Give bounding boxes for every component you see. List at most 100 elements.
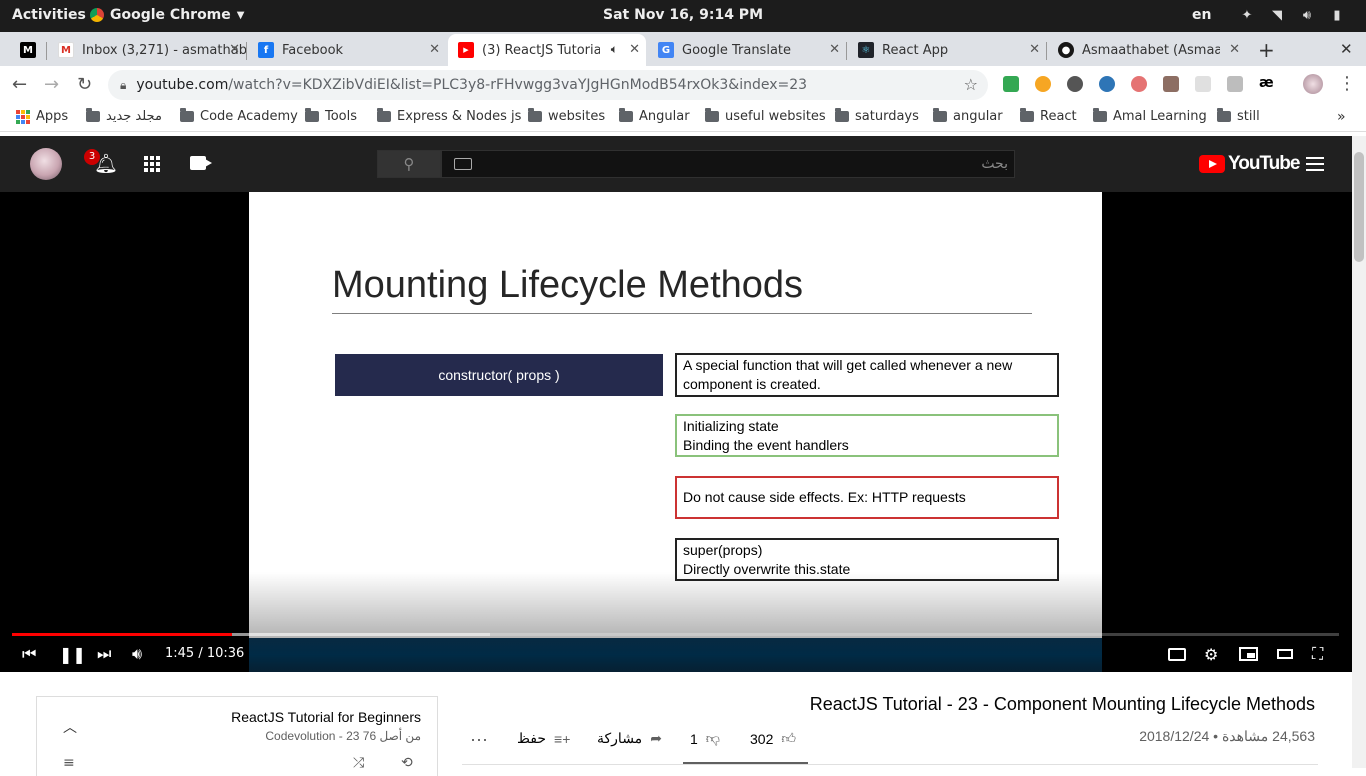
youtube-logo[interactable]: YouTube — [1199, 153, 1300, 175]
search-button[interactable]: ⚲ — [377, 150, 441, 178]
bookmark-folder[interactable]: angular — [933, 108, 1003, 124]
bookmark-folder[interactable]: React — [1020, 108, 1077, 124]
dislike-button[interactable]: 1 👎︎ — [690, 730, 720, 747]
tab-youtube[interactable]: ▶ (3) ReactJS Tutorial 🔈︎ ✕ — [448, 34, 646, 66]
bookmark-folder[interactable]: Amal Learning — [1093, 108, 1207, 124]
close-icon[interactable]: ✕ — [629, 42, 640, 57]
chrome-menu-icon[interactable]: ⋮ — [1338, 73, 1356, 94]
reload-button[interactable]: ↻ — [77, 74, 92, 95]
extension-tree-icon[interactable] — [1227, 76, 1243, 92]
next-button[interactable]: ⏭︎ — [97, 644, 111, 664]
extension-eyedropper-icon[interactable] — [1163, 76, 1179, 92]
bookmark-folder[interactable]: saturdays — [835, 108, 919, 124]
tab-facebook[interactable]: f Facebook ✕ — [248, 34, 446, 66]
bookmark-apps[interactable]: Apps — [16, 109, 68, 124]
profile-avatar[interactable] — [1303, 74, 1323, 94]
tab-title: Facebook — [282, 42, 344, 58]
bookmark-folder[interactable]: Angular — [619, 108, 690, 124]
system-tray[interactable]: ✦ ◥ 🔊︎ ▮ — [1238, 6, 1346, 24]
lock-icon[interactable]: 🔒︎ — [120, 78, 126, 93]
extension-orange-icon[interactable] — [1035, 76, 1051, 92]
page-scrollbar[interactable] — [1352, 136, 1366, 768]
tab-title: (3) ReactJS Tutorial — [482, 42, 600, 58]
folder-icon — [1093, 108, 1107, 122]
pause-button[interactable]: ❚❚ — [59, 644, 86, 664]
folder-icon — [705, 108, 719, 122]
tab-medium[interactable]: M — [10, 34, 47, 66]
folder-icon — [180, 108, 194, 122]
close-window-icon[interactable]: ✕ — [1340, 40, 1353, 58]
language-indicator[interactable]: en — [1192, 7, 1211, 23]
bookmark-label: angular — [953, 109, 1003, 124]
playlist-add-icon[interactable]: ≡ — [63, 755, 75, 771]
subtitles-button[interactable] — [1168, 644, 1186, 664]
video-info-area: ︿ ReactJS Tutorial for Beginners Codevol… — [0, 672, 1352, 776]
video-player[interactable]: Mounting Lifecycle Methods constructor( … — [0, 192, 1352, 672]
tab-gmail[interactable]: M Inbox (3,271) - asmathab ✕ — [48, 34, 247, 66]
extension-face-icon[interactable] — [1131, 76, 1147, 92]
progress-bar[interactable] — [12, 633, 1339, 636]
notification-badge: 3 — [84, 149, 100, 165]
tab-strip: M M Inbox (3,271) - asmathab ✕ f Faceboo… — [0, 32, 1366, 66]
close-icon[interactable]: ✕ — [1029, 42, 1040, 57]
loop-icon[interactable]: ⟲ — [401, 755, 413, 771]
extension-ae-icon[interactable]: æ — [1259, 76, 1275, 92]
previous-button[interactable]: ⏮︎ — [22, 644, 36, 664]
view-count-date: 24,563 مشاهدة • 2018/12/24 — [1139, 728, 1315, 744]
avatar[interactable] — [30, 148, 62, 180]
like-button[interactable]: 302 👍︎ — [750, 730, 796, 747]
bookmarks-overflow-icon[interactable]: » — [1337, 109, 1346, 125]
close-icon[interactable]: ✕ — [229, 42, 240, 57]
tab-react-app[interactable]: ⚛ React App ✕ — [848, 34, 1047, 66]
new-tab-button[interactable]: + — [1258, 38, 1275, 62]
save-button[interactable]: حفظ ≡+ — [517, 730, 570, 747]
close-icon[interactable]: ✕ — [829, 42, 840, 57]
close-icon[interactable]: ✕ — [429, 42, 440, 57]
clock[interactable]: Sat Nov 16, 9:14 PM — [0, 7, 1366, 23]
system-top-bar: Activities Google Chrome ▼ Sat Nov 16, 9… — [0, 0, 1366, 32]
address-bar[interactable]: 🔒︎ youtube.com/watch?v=KDXZibVdiEI&list=… — [108, 70, 988, 100]
dislike-count: 1 — [690, 730, 698, 747]
collapse-chevron-icon[interactable]: ︿ — [63, 717, 77, 737]
miniplayer-button[interactable] — [1239, 644, 1258, 664]
extension-grey-icon[interactable] — [1195, 76, 1211, 92]
bookmark-folder[interactable]: Tools — [305, 108, 357, 124]
bookmark-folder[interactable]: مجلد جديد — [86, 108, 162, 124]
bookmark-folder[interactable]: Express & Nodes js — [377, 108, 521, 124]
location-icon: ✦ — [1241, 7, 1253, 23]
bookmark-folder[interactable]: still — [1217, 108, 1260, 124]
shuffle-icon[interactable]: ⤮ — [353, 755, 364, 771]
bookmark-folder[interactable]: useful websites — [705, 108, 826, 124]
bookmark-folder[interactable]: websites — [528, 108, 605, 124]
settings-button[interactable]: ⚙ — [1204, 644, 1218, 664]
theater-mode-button[interactable] — [1277, 644, 1293, 664]
extension-sheets-icon[interactable] — [1003, 76, 1019, 92]
extension-blue-icon[interactable] — [1099, 76, 1115, 92]
close-icon[interactable]: ✕ — [1229, 42, 1240, 57]
tab-audio-icon[interactable]: 🔈︎ — [611, 42, 618, 57]
bookmark-star-icon[interactable]: ☆ — [964, 75, 978, 94]
share-button[interactable]: مشاركة ➦ — [597, 730, 662, 747]
keyboard-icon[interactable] — [454, 158, 472, 170]
bookmark-label: مجلد جديد — [106, 109, 162, 124]
create-video-icon[interactable] — [190, 156, 212, 170]
thumbs-down-icon: 👎︎ — [705, 730, 721, 746]
search-input[interactable] — [482, 153, 1008, 175]
subtitles-icon — [1168, 647, 1186, 661]
apps-grid-icon[interactable] — [144, 156, 160, 172]
playlist-title[interactable]: ReactJS Tutorial for Beginners — [231, 709, 421, 725]
guide-menu-icon[interactable] — [1306, 157, 1324, 171]
tab-github[interactable]: ● Asmaathabet (Asmaa T ✕ — [1048, 34, 1246, 66]
more-actions-icon[interactable]: ⋯ — [470, 730, 488, 751]
back-button[interactable]: ← — [12, 74, 27, 95]
bookmark-folder[interactable]: Code Academy — [180, 108, 298, 124]
mute-button[interactable]: 🔊︎ — [132, 644, 142, 664]
medium-icon: M — [20, 42, 36, 58]
fullscreen-button[interactable]: ⛶ — [1312, 644, 1323, 664]
scrollbar-thumb[interactable] — [1354, 152, 1364, 262]
volume-icon: 🔊︎ — [1302, 7, 1312, 23]
description-box: Do not cause side effects. Ex: HTTP requ… — [675, 476, 1059, 519]
tab-google-translate[interactable]: G Google Translate ✕ — [648, 34, 847, 66]
forward-button[interactable]: → — [44, 74, 59, 95]
extension-wordpress-icon[interactable] — [1067, 76, 1083, 92]
